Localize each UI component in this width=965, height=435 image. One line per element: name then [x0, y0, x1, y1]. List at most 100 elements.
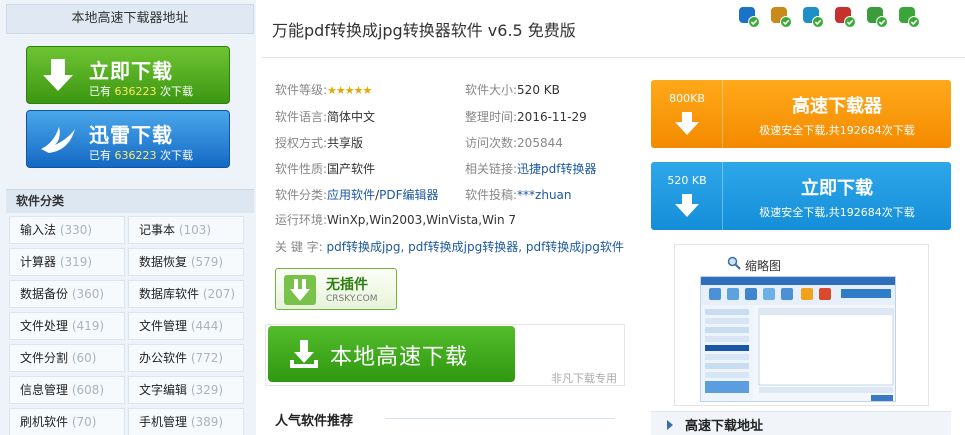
thunder-download-label: 迅雷下载: [89, 123, 173, 147]
dl2-size: 520 KB: [667, 174, 707, 187]
category-count: (444): [190, 319, 224, 333]
category-count: (330): [59, 223, 93, 237]
category-item[interactable]: 信息管理 (608): [9, 376, 125, 404]
no-plugin-sub: CRSKY.COM: [326, 294, 378, 304]
category-item[interactable]: 数据库软件 (207): [128, 280, 244, 308]
category-name: 数据库软件: [139, 287, 200, 301]
category-item[interactable]: 文件处理 (419): [9, 312, 125, 340]
download-now-button[interactable]: 立即下载 已有 636223 次下载: [26, 46, 230, 104]
keyword-row: 关 键 字: pdf转换成jpg, pdf转换成jpg转换器, pdf转换成jp…: [275, 240, 624, 254]
arrow-down-icon: [675, 194, 699, 217]
hot-divider: [385, 418, 615, 419]
page-root: 本地高速下载器地址 立即下载 已有 636223 次下载 迅雷下载 已有 636…: [0, 0, 965, 435]
screenshot-illustration: [701, 277, 895, 401]
keyword-links[interactable]: pdf转换成jpg, pdf转换成jpg转换器, pdf转换成jpg软件: [327, 240, 624, 254]
software-screenshot-thumbnail[interactable]: [700, 276, 896, 402]
dl1-sub: 极速安全下载,共192684次下载: [759, 124, 915, 137]
category-item[interactable]: 刷机软件 (70): [9, 408, 125, 435]
lion-check-icon: [771, 7, 792, 28]
triangle-right-icon: [667, 420, 673, 430]
local-download-note: 非凡下载专用: [551, 372, 617, 385]
instant-download-button[interactable]: 520 KB 立即下载 极速安全下载,共192684次下载: [651, 162, 951, 230]
category-name: 手机管理: [139, 415, 188, 429]
category-count: (419): [71, 319, 105, 333]
local-fast-download-label: 本地高速下载: [330, 345, 469, 370]
category-item[interactable]: 记事本 (103): [128, 216, 244, 244]
no-plugin-title: 无插件: [326, 277, 368, 293]
download-arrow-icon: [43, 59, 73, 91]
category-name: 计算器: [20, 255, 57, 269]
local-fast-download-button[interactable]: 本地高速下载: [268, 326, 515, 382]
category-item[interactable]: 文件分割 (60): [9, 344, 125, 372]
category-link-app[interactable]: 应用软件: [327, 188, 375, 202]
category-item[interactable]: 办公软件 (772): [128, 344, 244, 372]
thunder-download-button[interactable]: 迅雷下载 已有 636223 次下载: [26, 110, 230, 168]
hot-software-title: 人气软件推荐: [275, 414, 354, 429]
category-count: (608): [71, 383, 105, 397]
download-now-label: 立即下载: [89, 59, 173, 83]
license-row: 授权方式:共享版: [275, 136, 364, 150]
nature-row: 软件性质:国产软件: [275, 162, 376, 176]
category-item[interactable]: 输入法 (330): [9, 216, 125, 244]
category-name: 数据备份: [20, 287, 69, 301]
category-name: 办公软件: [139, 351, 188, 365]
no-plugin-badge[interactable]: 无插件 CRSKY.COM: [275, 268, 397, 310]
category-item[interactable]: 文件管理 (444): [128, 312, 244, 340]
fast-download-address-title: 高速下载地址: [685, 419, 764, 434]
dl2-sub: 极速安全下载,共192684次下载: [759, 206, 915, 219]
thumbnail-label: 缩略图: [745, 259, 782, 273]
category-title: 软件分类: [6, 189, 254, 213]
lang-row: 软件语言:简体中文: [275, 110, 376, 124]
category-name: 文件分割: [20, 351, 69, 365]
defender-check-icon: [867, 7, 888, 28]
dl2-title: 立即下载: [801, 178, 873, 199]
header-divider: [262, 57, 965, 58]
category-count: (389): [190, 415, 224, 429]
thunder-bird-icon: [41, 127, 75, 153]
download-tray-icon: [290, 340, 318, 368]
category-count: (60): [71, 351, 97, 365]
category-name: 输入法: [20, 223, 57, 237]
category-name: 数据恢复: [139, 255, 188, 269]
dl1-left: 800KB: [651, 80, 723, 148]
left-sidebar: 本地高速下载器地址 立即下载 已有 636223 次下载 迅雷下载 已有 636…: [0, 0, 256, 435]
category-name: 记事本: [139, 223, 176, 237]
size-row: 软件大小:520 KB: [465, 83, 560, 97]
category-count: (103): [178, 223, 212, 237]
category-item[interactable]: 数据恢复 (579): [128, 248, 244, 276]
env-row: 运行环境:WinXp,Win2003,WinVista,Win 7: [275, 213, 517, 227]
category-link-pdf[interactable]: PDF编辑器: [379, 188, 438, 202]
plus-check-icon: [899, 7, 920, 28]
category-row: 软件分类:应用软件/PDF编辑器: [275, 188, 439, 202]
category-count: (579): [190, 255, 224, 269]
magnifier-icon[interactable]: [727, 256, 741, 270]
category-name: 文件处理: [20, 319, 69, 333]
globe-check-icon: [803, 7, 824, 28]
category-count: (360): [71, 287, 105, 301]
local-downloader-header: 本地高速下载器地址: [6, 4, 254, 34]
download-count-text: 已有 636223 次下载: [89, 85, 193, 98]
category-count: (329): [190, 383, 224, 397]
category-count: (772): [190, 351, 224, 365]
green-download-icon: [284, 275, 316, 305]
category-item[interactable]: 数据备份 (360): [9, 280, 125, 308]
fast-download-address-bar: 高速下载地址: [651, 411, 951, 435]
category-item[interactable]: 文字编辑 (329): [128, 376, 244, 404]
fast-downloader-button[interactable]: 800KB 高速下载器 极速安全下载,共192684次下载: [651, 80, 951, 148]
category-item[interactable]: 手机管理 (389): [128, 408, 244, 435]
category-item[interactable]: 计算器 (319): [9, 248, 125, 276]
category-name: 刷机软件: [20, 415, 69, 429]
dl1-size: 800KB: [669, 92, 705, 105]
category-count: (319): [59, 255, 93, 269]
software-title: 万能pdf转换成jpg转换器软件 v6.5 免费版: [272, 21, 576, 40]
related-link[interactable]: 迅捷pdf转换器: [517, 162, 596, 176]
related-row: 相关链接:迅捷pdf转换器: [465, 162, 597, 176]
category-name: 信息管理: [20, 383, 69, 397]
dl2-left: 520 KB: [651, 162, 723, 230]
arrow-down-icon: [675, 112, 699, 135]
visits-row: 访问次数:205844: [465, 136, 563, 150]
category-name: 文件管理: [139, 319, 188, 333]
category-name: 文字编辑: [139, 383, 188, 397]
shield-check-icon: [739, 7, 760, 28]
thunder-count-text: 已有 636223 次下载: [89, 149, 193, 162]
